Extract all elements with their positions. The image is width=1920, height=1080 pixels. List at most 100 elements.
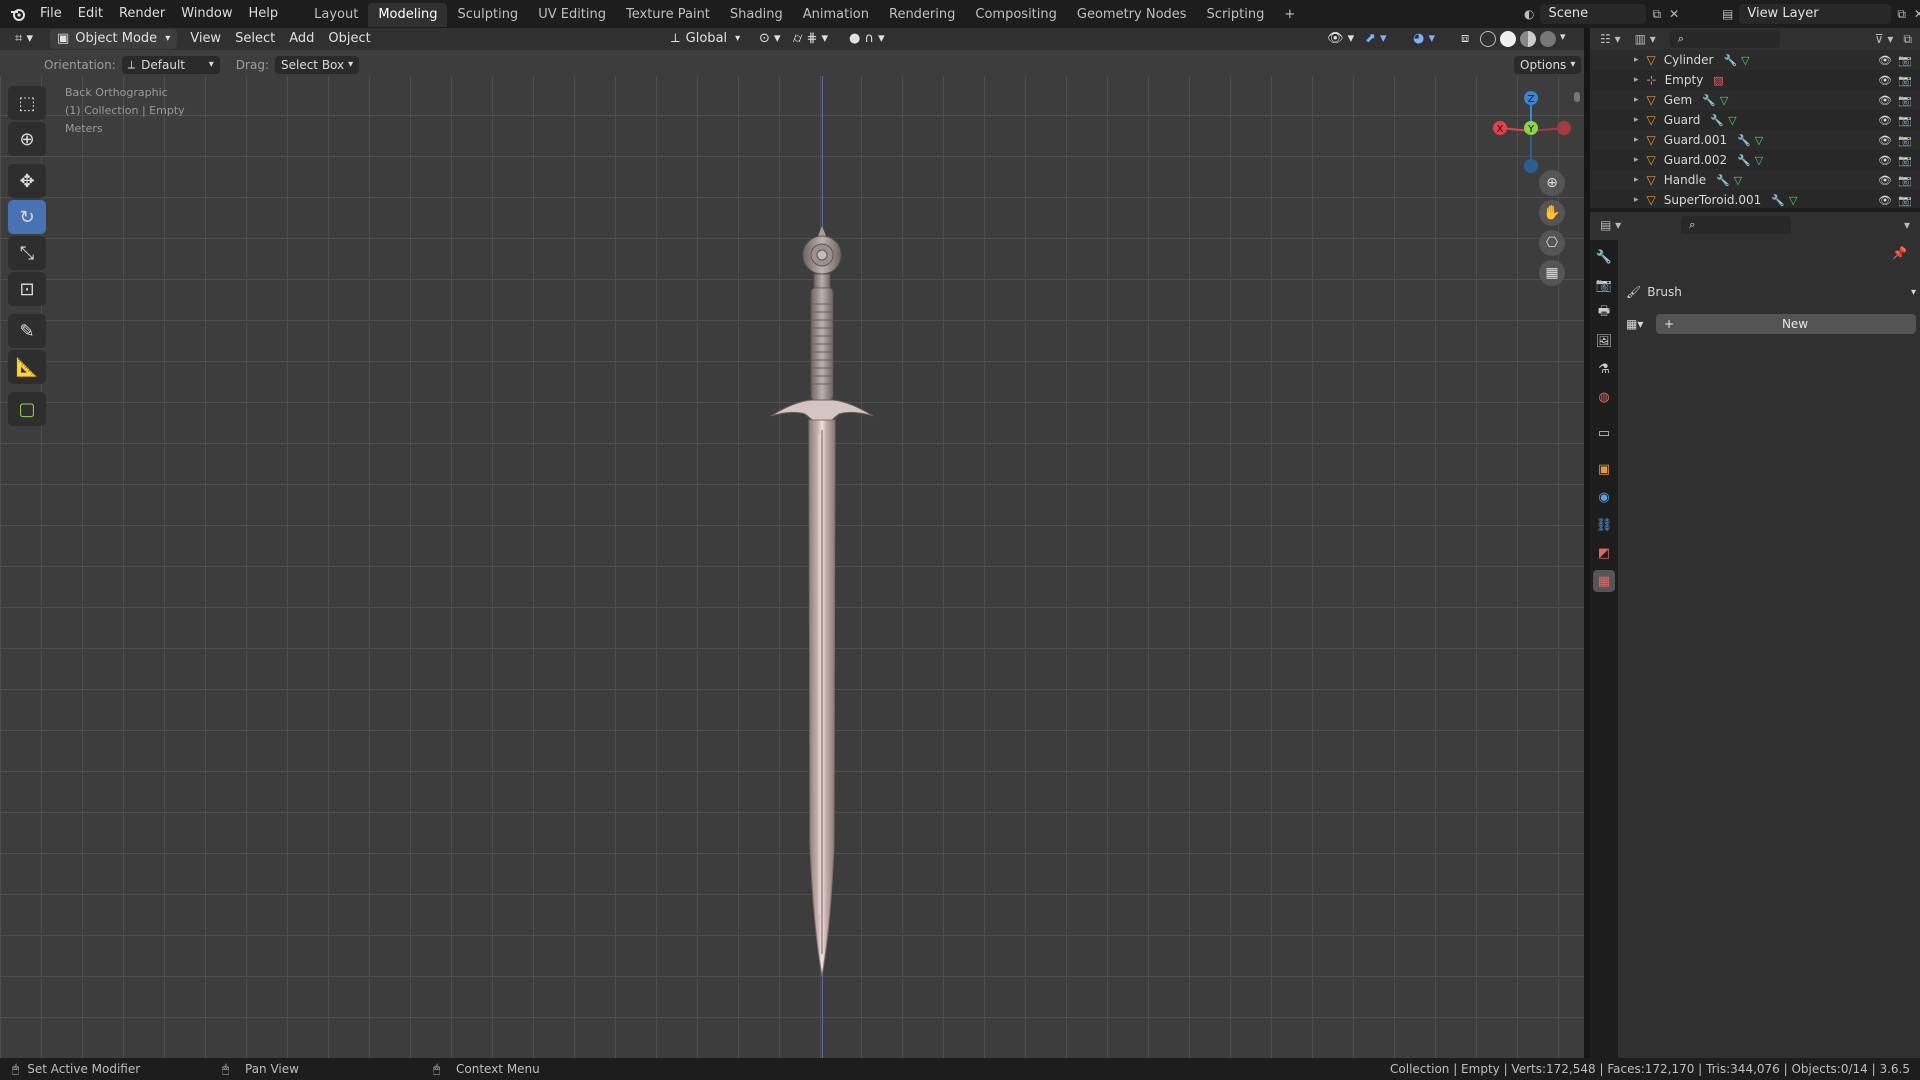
orientation-dropdown[interactable]: ⟂ Default ▾	[121, 56, 220, 74]
editor-type-icon[interactable]: ▤ ▾	[1600, 218, 1621, 232]
brush-row[interactable]: 🖌 Brush ▾	[1626, 281, 1916, 303]
mode-selector[interactable]: ▣ Object Mode ▾	[49, 29, 178, 49]
tab-animation[interactable]: Animation	[793, 3, 879, 27]
pivot-point-icon[interactable]: ⊙ ▾	[752, 29, 788, 49]
scene-selector[interactable]: Scene	[1540, 4, 1647, 24]
viewport-scroll-indicator[interactable]	[1574, 92, 1580, 102]
visibility-eye-icon[interactable]: 👁	[1878, 134, 1892, 147]
sword-object[interactable]	[753, 224, 893, 984]
expand-arrow-icon[interactable]: ▸	[1634, 135, 1639, 145]
menu-file[interactable]: File	[32, 0, 70, 28]
camera-icon[interactable]: ⎔	[1539, 230, 1565, 256]
filter-icon[interactable]: ⊽ ▾	[1875, 32, 1894, 46]
pan-hand-icon[interactable]: ✋	[1539, 200, 1565, 226]
new-texture-button[interactable]: + New	[1656, 314, 1916, 334]
gizmos-toggle-icon[interactable]: ⬈ ▾	[1358, 29, 1394, 49]
zoom-icon[interactable]: ⊕	[1539, 170, 1565, 196]
menu-render[interactable]: Render	[111, 0, 173, 28]
view-layer-icon[interactable]: ▤	[1722, 7, 1733, 21]
editor-type-button[interactable]: ⌗ ▾	[8, 29, 40, 49]
visibility-eye-icon[interactable]: 👁	[1878, 94, 1892, 107]
menu-object[interactable]: Object	[321, 29, 377, 49]
visibility-eye-icon[interactable]: 👁	[1878, 174, 1892, 187]
tab-modeling[interactable]: Modeling	[368, 3, 448, 27]
new-collection-icon[interactable]: ⧉	[1903, 32, 1912, 47]
visibility-eye-icon[interactable]: 👁	[1878, 114, 1892, 127]
world-tab-icon[interactable]: ◍	[1593, 386, 1615, 408]
outliner-search-input[interactable]: ⌕	[1669, 30, 1780, 48]
expand-arrow-icon[interactable]: ▸	[1634, 55, 1639, 65]
outliner-item[interactable]: ▸ ▽ Cylinder 🔧 ▽ 👁 📷	[1590, 50, 1920, 70]
delete-scene-icon[interactable]: ✕	[1669, 7, 1679, 21]
visibility-eye-icon[interactable]: 👁	[1878, 54, 1892, 67]
menu-select[interactable]: Select	[228, 29, 282, 49]
drag-dropdown[interactable]: Select Box ▾	[274, 56, 360, 74]
expand-arrow-icon[interactable]: ▸	[1634, 195, 1639, 205]
render-camera-icon[interactable]: 📷	[1898, 94, 1912, 107]
expand-arrow-icon[interactable]: ▸	[1634, 75, 1639, 85]
menu-window[interactable]: Window	[173, 0, 240, 28]
pin-icon[interactable]: 📌	[1892, 246, 1907, 260]
outliner-item[interactable]: ▸ ▽ Guard 🔧 ▽ 👁 📷	[1590, 110, 1920, 130]
visibility-selectability-icon[interactable]: 👁 ▾	[1320, 29, 1361, 49]
outliner-item[interactable]: ▸ ▽ Guard.001 🔧 ▽ 👁 📷	[1590, 130, 1920, 150]
tab-texture-paint[interactable]: Texture Paint	[616, 3, 720, 27]
constraints-tab-icon[interactable]: ⛓	[1593, 514, 1615, 536]
shading-wireframe-icon[interactable]	[1480, 31, 1496, 47]
shading-options-icon[interactable]: ▾	[1560, 30, 1566, 43]
menu-view[interactable]: View	[183, 29, 228, 49]
grid-perspective-icon[interactable]: ▦	[1539, 260, 1565, 286]
outliner-item[interactable]: ▸ ▽ Handle 🔧 ▽ 👁 📷	[1590, 170, 1920, 190]
move-tool-icon[interactable]: ✥	[8, 164, 46, 198]
shading-rendered-icon[interactable]	[1540, 31, 1556, 47]
shading-material-icon[interactable]	[1520, 31, 1536, 47]
tab-compositing[interactable]: Compositing	[965, 3, 1067, 27]
annotate-tool-icon[interactable]: ✎	[8, 314, 46, 348]
expand-arrow-icon[interactable]: ▸	[1634, 95, 1639, 105]
options-dropdown[interactable]: Options ▾	[1514, 56, 1582, 74]
rotate-tool-icon[interactable]: ↻	[8, 200, 46, 234]
display-mode-icon[interactable]: ▥ ▾	[1635, 32, 1656, 46]
delete-view-layer-icon[interactable]: ✕	[1914, 7, 1920, 21]
collection-tab-icon[interactable]: ▭	[1593, 422, 1615, 444]
view-layer-selector[interactable]: View Layer	[1739, 4, 1892, 24]
render-camera-icon[interactable]: 📷	[1898, 54, 1912, 67]
add-cube-tool-icon[interactable]: ▢	[8, 392, 46, 426]
expand-arrow-icon[interactable]: ▸	[1634, 155, 1639, 165]
transform-orientation-selector[interactable]: ⟂ Global ▾	[664, 29, 747, 49]
view-layer-tab-icon[interactable]: 🖼	[1593, 330, 1615, 352]
visibility-eye-icon[interactable]: 👁	[1878, 154, 1892, 167]
texture-tab-icon[interactable]: ▦	[1593, 570, 1615, 592]
menu-help[interactable]: Help	[241, 0, 287, 28]
select-box-tool-icon[interactable]: ⬚	[8, 86, 46, 120]
measure-tool-icon[interactable]: 📐	[8, 350, 46, 384]
scene-tab-icon[interactable]: ⚗	[1593, 358, 1615, 380]
overlays-toggle-icon[interactable]: ◕ ▾	[1406, 29, 1442, 49]
render-camera-icon[interactable]: 📷	[1898, 134, 1912, 147]
expand-arrow-icon[interactable]: ▸	[1634, 175, 1639, 185]
tab-sculpting[interactable]: Sculpting	[447, 3, 528, 27]
menu-edit[interactable]: Edit	[70, 0, 111, 28]
tab-scripting[interactable]: Scripting	[1197, 3, 1275, 27]
outliner-item[interactable]: ▸ ▽ Guard.002 🔧 ▽ 👁 📷	[1590, 150, 1920, 170]
visibility-eye-icon[interactable]: 👁	[1878, 194, 1892, 207]
blender-logo-icon[interactable]	[4, 0, 32, 28]
tab-uv-editing[interactable]: UV Editing	[528, 3, 616, 27]
proportional-editing-icon[interactable]: ● ∩ ▾	[842, 29, 892, 49]
3d-viewport[interactable]: Back Orthographic (1) Collection | Empty…	[0, 76, 1584, 1058]
render-camera-icon[interactable]: 📷	[1898, 74, 1912, 87]
render-camera-icon[interactable]: 📷	[1898, 154, 1912, 167]
cursor-tool-icon[interactable]: ⊕	[8, 122, 46, 156]
tab-geometry-nodes[interactable]: Geometry Nodes	[1067, 3, 1197, 27]
physics-tab-icon[interactable]: ◉	[1593, 486, 1615, 508]
navigation-gizmo[interactable]: Z X Y	[1486, 86, 1576, 176]
render-camera-icon[interactable]: 📷	[1898, 194, 1912, 207]
tool-tab-icon[interactable]: 🔧	[1593, 246, 1615, 268]
object-tab-icon[interactable]: ▣	[1593, 458, 1615, 480]
outliner-item[interactable]: ▸ ▽ Gem 🔧 ▽ 👁 📷	[1590, 90, 1920, 110]
tab-rendering[interactable]: Rendering	[879, 3, 965, 27]
render-camera-icon[interactable]: 📷	[1898, 114, 1912, 127]
visibility-eye-icon[interactable]: 👁	[1878, 74, 1892, 87]
snap-icon[interactable]: ⌭ ⋕ ▾	[786, 29, 835, 49]
data-tab-icon[interactable]: ◩	[1593, 542, 1615, 564]
